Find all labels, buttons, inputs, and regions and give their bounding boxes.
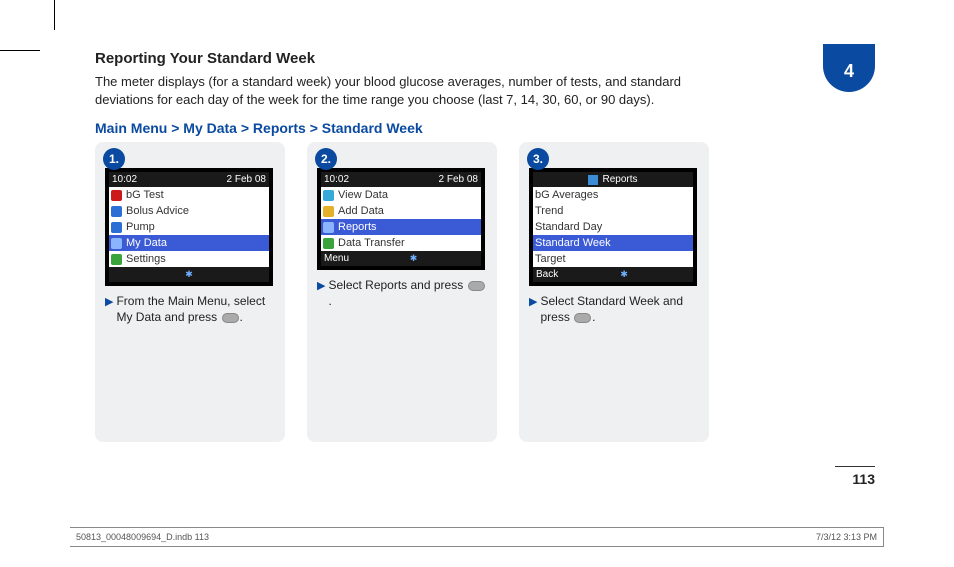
step-card: 1. 10:022 Feb 08 bG Test Bolus Advice Pump My… bbox=[95, 142, 285, 442]
menu-item-label: Data Transfer bbox=[338, 237, 405, 249]
page-number: 113 bbox=[835, 466, 875, 487]
menu-item-icon bbox=[111, 238, 122, 249]
menu-item-label: Bolus Advice bbox=[126, 205, 189, 217]
bluetooth-icon: ✱ bbox=[620, 269, 628, 280]
device-screenshot: Reports bG Averages Trend Standard Day Stand… bbox=[529, 168, 697, 286]
chart-icon bbox=[588, 175, 598, 185]
menu-item[interactable]: Add Data bbox=[321, 203, 481, 219]
enter-button-icon bbox=[468, 281, 485, 291]
step-card: 3. Reports bG Averages Trend Standard Day Sta… bbox=[519, 142, 709, 442]
step-caption: ▶Select Standard Week and press . bbox=[519, 294, 709, 325]
menu-item-icon bbox=[323, 206, 334, 217]
step-caption: ▶From the Main Menu, select My Data and … bbox=[95, 294, 285, 325]
menu-item-icon bbox=[323, 222, 334, 233]
step-number-badge: 2. bbox=[315, 148, 337, 170]
menu-item-label: Trend bbox=[535, 205, 563, 217]
softkey-left[interactable]: Back bbox=[536, 269, 558, 280]
section-heading: Reporting Your Standard Week bbox=[95, 50, 875, 67]
softkey-bar: Back ✱ bbox=[533, 267, 693, 282]
caption-text: Select Reports and press . bbox=[328, 278, 487, 309]
caption-arrow-icon: ▶ bbox=[105, 294, 113, 325]
caption-text: Select Standard Week and press . bbox=[540, 294, 699, 325]
menu-list: bG Averages Trend Standard Day Standard Wee… bbox=[533, 187, 693, 267]
caption-arrow-icon: ▶ bbox=[529, 294, 537, 325]
menu-item-label: Add Data bbox=[338, 205, 384, 217]
menu-item[interactable]: Bolus Advice bbox=[109, 203, 269, 219]
footer-right: 7/3/12 3:13 PM bbox=[816, 532, 877, 542]
menu-item-icon bbox=[323, 238, 334, 249]
menu-list: bG Test Bolus Advice Pump My Data Settings bbox=[109, 187, 269, 267]
bluetooth-icon: ✱ bbox=[410, 253, 418, 264]
menu-item-icon bbox=[323, 190, 334, 201]
menu-list: View Data Add Data Reports Data Transfer bbox=[321, 187, 481, 251]
caption-arrow-icon: ▶ bbox=[317, 278, 325, 309]
menu-item[interactable]: bG Averages bbox=[533, 187, 693, 203]
menu-item[interactable]: bG Test bbox=[109, 187, 269, 203]
menu-item-label: Reports bbox=[338, 221, 377, 233]
menu-item[interactable]: Target bbox=[533, 251, 693, 267]
caption-text: From the Main Menu, select My Data and p… bbox=[116, 294, 275, 325]
menu-item-icon bbox=[111, 190, 122, 201]
steps-row: 1. 10:022 Feb 08 bG Test Bolus Advice Pump My… bbox=[95, 142, 875, 442]
step-number-badge: 3. bbox=[527, 148, 549, 170]
menu-item[interactable]: Settings bbox=[109, 251, 269, 267]
menu-item[interactable]: Standard Week bbox=[533, 235, 693, 251]
menu-item[interactable]: Trend bbox=[533, 203, 693, 219]
softkey-bar: ✱ bbox=[109, 267, 269, 282]
screen-title-bar: Reports bbox=[533, 172, 693, 187]
footer-left: 50813_00048009694_D.indb 113 bbox=[76, 532, 209, 542]
menu-item[interactable]: Data Transfer bbox=[321, 235, 481, 251]
menu-item[interactable]: Standard Day bbox=[533, 219, 693, 235]
menu-item-label: View Data bbox=[338, 189, 388, 201]
menu-item-label: Target bbox=[535, 253, 566, 265]
step-caption: ▶Select Reports and press . bbox=[307, 278, 497, 309]
device-screenshot: 10:022 Feb 08 View Data Add Data Reports Dat… bbox=[317, 168, 485, 270]
menu-item-label: Standard Week bbox=[535, 237, 611, 249]
menu-item-label: bG Averages bbox=[535, 189, 598, 201]
step-card: 2. 10:022 Feb 08 View Data Add Data Reports D… bbox=[307, 142, 497, 442]
menu-item-label: Pump bbox=[126, 221, 155, 233]
enter-button-icon bbox=[222, 313, 239, 323]
menu-item-label: Standard Day bbox=[535, 221, 602, 233]
status-bar: 10:022 Feb 08 bbox=[321, 172, 481, 187]
softkey-left[interactable]: Menu bbox=[324, 253, 349, 264]
breadcrumb: Main Menu > My Data > Reports > Standard… bbox=[95, 120, 875, 136]
menu-item[interactable]: View Data bbox=[321, 187, 481, 203]
device-screenshot: 10:022 Feb 08 bG Test Bolus Advice Pump My D… bbox=[105, 168, 273, 286]
menu-item-label: My Data bbox=[126, 237, 167, 249]
page-content: 4 Reporting Your Standard Week The meter… bbox=[95, 50, 875, 442]
menu-item[interactable]: Pump bbox=[109, 219, 269, 235]
menu-item-label: Settings bbox=[126, 253, 166, 265]
menu-item-icon bbox=[111, 254, 122, 265]
menu-item-label: bG Test bbox=[126, 189, 164, 201]
softkey-bar: Menu ✱ bbox=[321, 251, 481, 266]
print-footer: 50813_00048009694_D.indb 113 7/3/12 3:13… bbox=[70, 527, 884, 547]
menu-item-icon bbox=[111, 222, 122, 233]
menu-item-icon bbox=[111, 206, 122, 217]
step-number-badge: 1. bbox=[103, 148, 125, 170]
menu-item[interactable]: My Data bbox=[109, 235, 269, 251]
enter-button-icon bbox=[574, 313, 591, 323]
menu-item[interactable]: Reports bbox=[321, 219, 481, 235]
intro-text: The meter displays (for a standard week)… bbox=[95, 73, 735, 108]
status-bar: 10:022 Feb 08 bbox=[109, 172, 269, 187]
chapter-tab: 4 bbox=[823, 44, 875, 92]
bluetooth-icon: ✱ bbox=[185, 269, 193, 280]
